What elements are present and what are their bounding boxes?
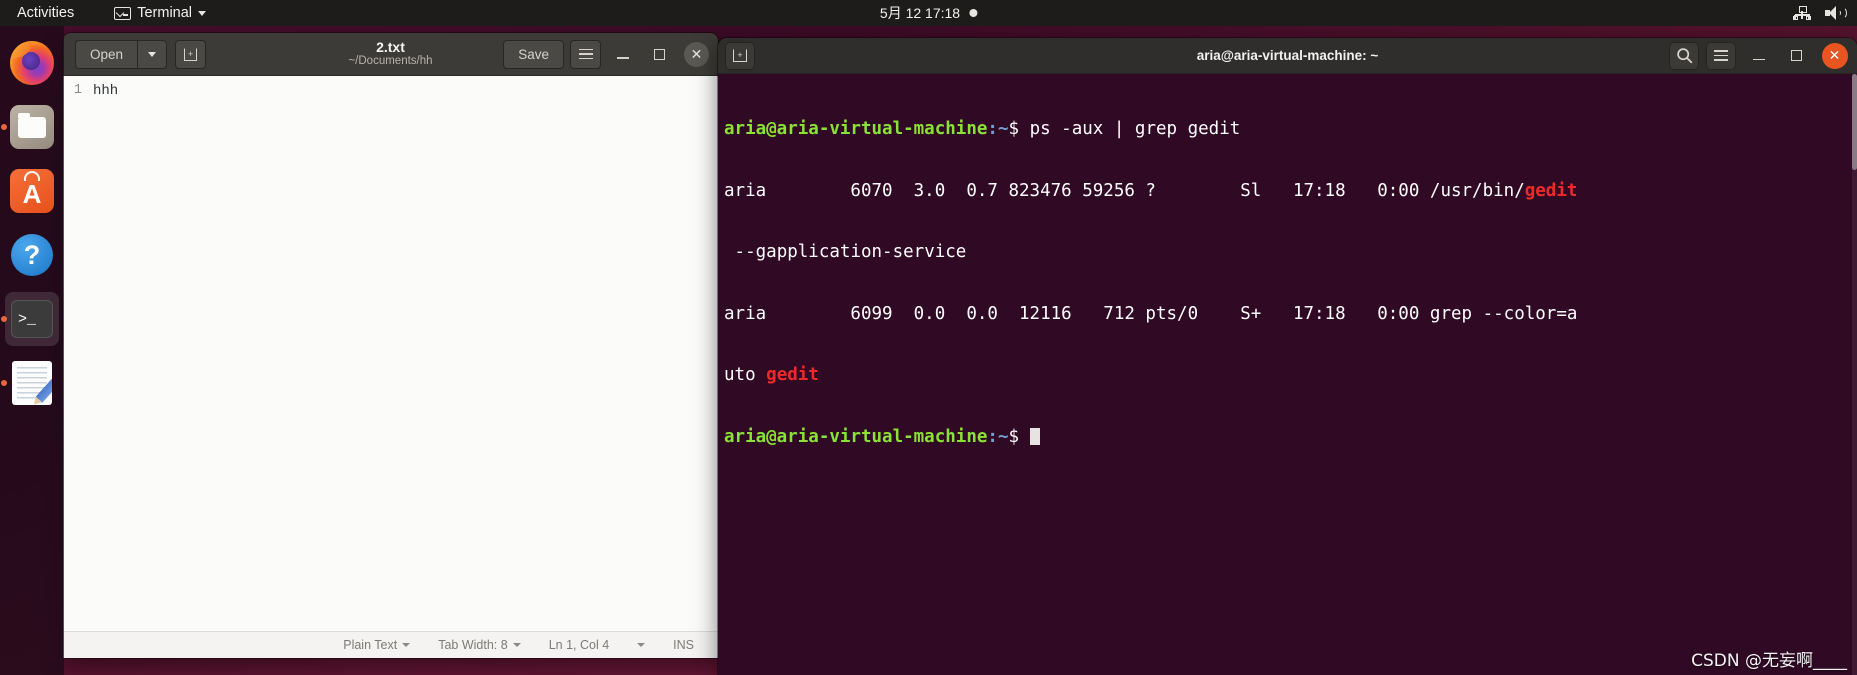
terminal-line: uto gedit	[720, 365, 1857, 386]
cursor-position-label: Ln 1, Col 4	[548, 638, 610, 652]
tab-width-label: Tab Width: 8	[438, 638, 508, 652]
system-status-area[interactable]	[1793, 5, 1847, 21]
running-indicator-dot	[1, 124, 7, 130]
running-indicator-dot	[1, 316, 7, 322]
gedit-title-block: 2.txt ~/Documents/hh	[348, 39, 432, 68]
new-tab-icon: +	[733, 49, 747, 62]
insert-mode-indicator: INS	[659, 638, 708, 652]
gedit-text-area[interactable]: 1 hhh	[63, 76, 718, 631]
prompt-user: aria@aria-virtual-machine	[724, 426, 988, 447]
chevron-down-icon	[637, 643, 646, 647]
dock-launcher: A ? >_	[0, 26, 64, 675]
language-selector[interactable]: Plain Text	[329, 638, 424, 652]
document-text[interactable]: hhh	[85, 76, 718, 631]
gedit-status-bar: Plain Text Tab Width: 8 Ln 1, Col 4 INS	[63, 631, 718, 658]
prompt-symbol: $	[1008, 119, 1030, 139]
app-menu-label: Terminal	[137, 5, 193, 21]
terminal-output-highlight: gedit	[766, 365, 819, 385]
terminal-output-text: aria 6070 3.0 0.7 823476 59256 ? Sl 17:1…	[724, 180, 1525, 201]
open-button[interactable]: Open	[75, 39, 138, 69]
prompt-path: :~	[987, 426, 1009, 447]
chevron-down-icon	[148, 51, 157, 57]
terminal-title: aria@aria-virtual-machine: ~	[1196, 48, 1379, 63]
line-number: 1	[73, 83, 82, 98]
gedit-window: Open + 2.txt ~/Documents/hh Save ✕ 1 hhh…	[63, 33, 718, 658]
chevron-down-icon	[512, 643, 521, 647]
help-icon: ?	[11, 234, 53, 276]
hamburger-menu-icon[interactable]	[1706, 41, 1736, 70]
notification-dot-icon	[969, 9, 978, 17]
terminal-line: aria@aria-virtual-machine:~$ ps -aux | g…	[720, 119, 1857, 140]
terminal-header-bar: + aria@aria-virtual-machine: ~ ✕	[718, 38, 1857, 74]
volume-icon	[1825, 5, 1847, 21]
terminal-line: aria 6070 3.0 0.7 823476 59256 ? Sl 17:1…	[720, 181, 1857, 202]
page-title: 2.txt	[376, 39, 405, 56]
terminal-output-highlight: gedit	[1524, 180, 1578, 201]
minimize-icon[interactable]	[1743, 40, 1774, 71]
files-icon	[10, 105, 54, 149]
dock-item-text-editor[interactable]	[1, 356, 59, 410]
terminal-window: + aria@aria-virtual-machine: ~ ✕ aria@ar…	[718, 38, 1857, 675]
chevron-down-icon	[402, 643, 411, 647]
running-indicator-dot	[1, 380, 7, 386]
close-icon[interactable]: ✕	[1819, 40, 1850, 71]
gedit-header-actions: Save ✕	[503, 39, 712, 70]
app-menu-terminal[interactable]: Terminal	[114, 5, 207, 21]
watermark-text: CSDN @无妄啊____	[1691, 651, 1847, 671]
dock-item-terminal[interactable]: >_	[1, 292, 59, 346]
terminal-command: ps -aux | grep gedit	[1029, 119, 1241, 139]
cursor-position: Ln 1, Col 4	[535, 638, 623, 652]
dock-item-files[interactable]	[1, 100, 59, 154]
open-dropdown-button[interactable]	[137, 39, 168, 69]
ubuntu-software-icon: A	[10, 169, 54, 213]
text-line: hhh	[93, 83, 119, 99]
minimize-icon[interactable]	[607, 39, 638, 70]
new-document-button[interactable]: +	[175, 39, 207, 69]
terminal-output-text: uto	[724, 365, 767, 385]
search-icon[interactable]	[1669, 41, 1699, 70]
clock-menu[interactable]: 5月 12 17:18	[879, 3, 978, 23]
page-subtitle: ~/Documents/hh	[348, 55, 433, 68]
gedit-header-bar: Open + 2.txt ~/Documents/hh Save ✕	[63, 33, 718, 76]
terminal-output-area[interactable]: aria@aria-virtual-machine:~$ ps -aux | g…	[718, 74, 1857, 675]
terminal-line: aria@aria-virtual-machine:~$	[720, 427, 1857, 448]
insert-mode-label: INS	[673, 638, 694, 652]
prompt-path: :~	[987, 119, 1009, 139]
maximize-icon[interactable]	[644, 39, 675, 70]
firefox-icon	[10, 41, 54, 85]
network-wired-icon	[1793, 6, 1811, 20]
new-tab-button[interactable]: +	[725, 41, 755, 70]
terminal-icon	[114, 6, 132, 20]
terminal-scrollbar[interactable]	[1852, 74, 1857, 675]
prompt-symbol: $	[1008, 426, 1030, 447]
close-icon[interactable]: ✕	[681, 39, 712, 70]
prompt-user: aria@aria-virtual-machine	[724, 119, 988, 139]
dock-item-help[interactable]: ?	[5, 228, 59, 282]
open-button-group: Open	[75, 39, 168, 69]
terminal-output-text: --gapplication-service	[724, 242, 967, 262]
tab-width-selector[interactable]: Tab Width: 8	[424, 638, 534, 652]
hamburger-menu-icon[interactable]	[570, 39, 601, 69]
terminal-line: aria 6099 0.0 0.0 12116 712 pts/0 S+ 17:…	[720, 304, 1857, 325]
maximize-icon[interactable]	[1781, 40, 1812, 71]
line-number-gutter: 1	[63, 76, 85, 631]
desktop-screen: Activities Terminal 5月 12 17:18 A ? >_ O…	[0, 0, 1857, 675]
language-label: Plain Text	[343, 638, 398, 652]
gnome-top-bar: Activities Terminal 5月 12 17:18	[0, 0, 1857, 26]
save-button[interactable]: Save	[503, 39, 564, 69]
text-editor-icon	[12, 361, 52, 405]
terminal-output-text: aria 6099 0.0 0.0 12116 712 pts/0 S+ 17:…	[724, 303, 1578, 324]
clock-label: 5月 12 17:18	[879, 5, 961, 21]
position-dropdown[interactable]	[623, 643, 659, 647]
chevron-down-icon	[198, 10, 207, 16]
new-document-icon: +	[184, 47, 198, 61]
terminal-header-actions: ✕	[1669, 40, 1850, 71]
activities-button[interactable]: Activities	[17, 5, 74, 21]
terminal-line: --gapplication-service	[720, 242, 1857, 263]
dock-item-firefox[interactable]	[5, 36, 59, 90]
terminal-cursor	[1029, 427, 1040, 445]
terminal-icon: >_	[11, 300, 53, 338]
dock-item-ubuntu-software[interactable]: A	[5, 164, 59, 218]
